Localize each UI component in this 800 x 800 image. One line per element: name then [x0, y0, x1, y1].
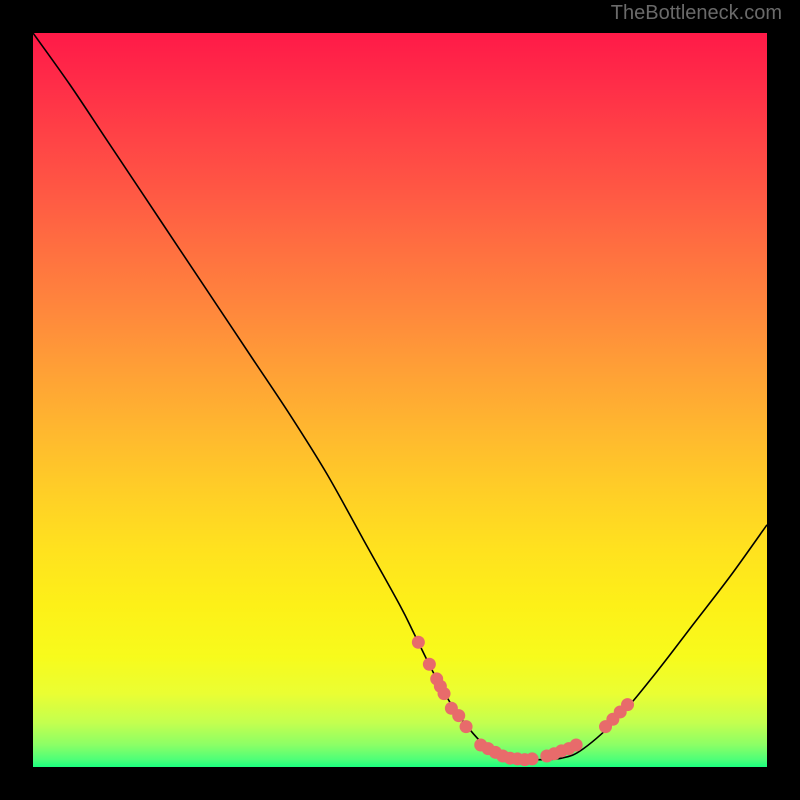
chart-marker: [526, 752, 539, 765]
chart-gradient-background: [33, 33, 767, 767]
chart-marker: [438, 687, 451, 700]
chart-marker: [460, 720, 473, 733]
chart-marker: [621, 698, 634, 711]
chart-svg: [33, 33, 767, 767]
chart-marker: [570, 738, 583, 751]
chart-marker: [412, 636, 425, 649]
chart-marker: [423, 658, 436, 671]
chart-marker: [452, 709, 465, 722]
chart-plot-area: [33, 33, 767, 767]
attribution-text: TheBottleneck.com: [611, 2, 782, 25]
